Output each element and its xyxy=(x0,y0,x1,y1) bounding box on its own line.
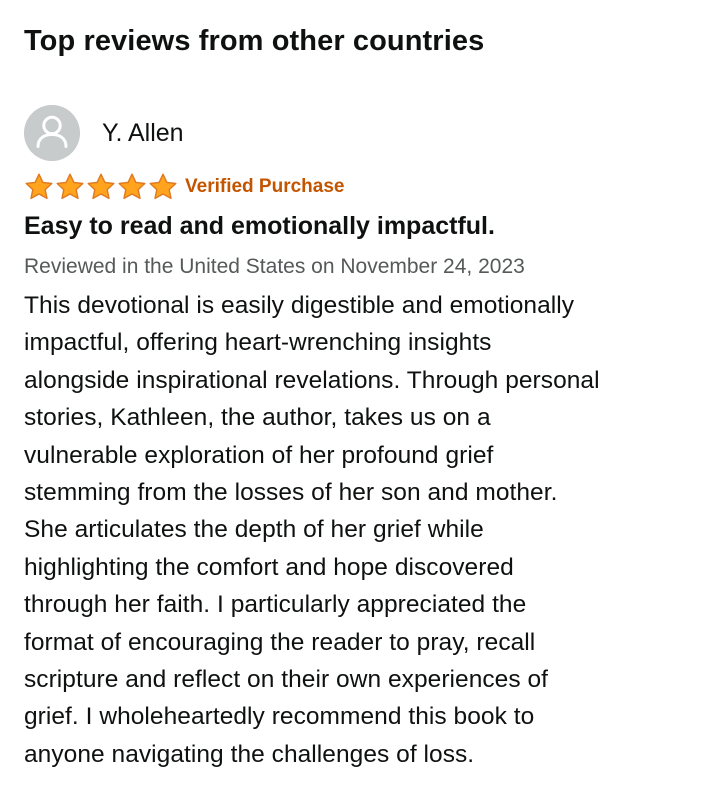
star-filled-icon xyxy=(149,173,177,200)
rating-row: Verified Purchase xyxy=(24,172,344,202)
star-filled-icon xyxy=(25,173,53,200)
star-filled-icon xyxy=(118,173,146,200)
review-body-line: format of encouraging the reader to pray… xyxy=(24,628,536,656)
review-body-line: stemming from the losses of her son and … xyxy=(24,479,558,507)
review-body-line: scripture and reflect on their own exper… xyxy=(24,666,549,694)
review-body-line: stories, Kathleen, the author, takes us … xyxy=(24,404,491,432)
review-body-line: anyone navigating the challenges of loss… xyxy=(24,740,475,768)
verified-purchase-badge: Verified Purchase xyxy=(185,176,345,197)
reviewer-name[interactable]: Y. Allen xyxy=(102,119,184,148)
avatar-icon[interactable] xyxy=(24,105,80,161)
review-body-line: This devotional is easily digestible and… xyxy=(24,292,575,319)
review-body-line: vulnerable exploration of her profound g… xyxy=(24,441,494,469)
review-body-line: alongside inspirational revelations. Thr… xyxy=(24,366,600,394)
star-filled-icon xyxy=(87,173,115,200)
review-body-line: She articulates the depth of her grief w… xyxy=(24,516,484,544)
star-rating[interactable] xyxy=(24,172,179,202)
review-body-line: grief. I wholeheartedly recommend this b… xyxy=(24,703,535,731)
review-title[interactable]: Easy to read and emotionally impactful. xyxy=(24,212,495,241)
review-date: Reviewed in the United States on Novembe… xyxy=(24,255,525,278)
review-body: This devotional is easily digestible and… xyxy=(24,287,704,773)
star-filled-icon xyxy=(56,173,84,200)
reviewer-profile[interactable]: Y. Allen xyxy=(24,104,184,162)
review-body-line: highlighting the comfort and hope discov… xyxy=(24,553,514,581)
section-title: Top reviews from other countries xyxy=(24,25,485,57)
review-body-line: through her faith. I particularly apprec… xyxy=(24,591,527,619)
review-body-line: impactful, offering heart-wrenching insi… xyxy=(24,329,492,357)
